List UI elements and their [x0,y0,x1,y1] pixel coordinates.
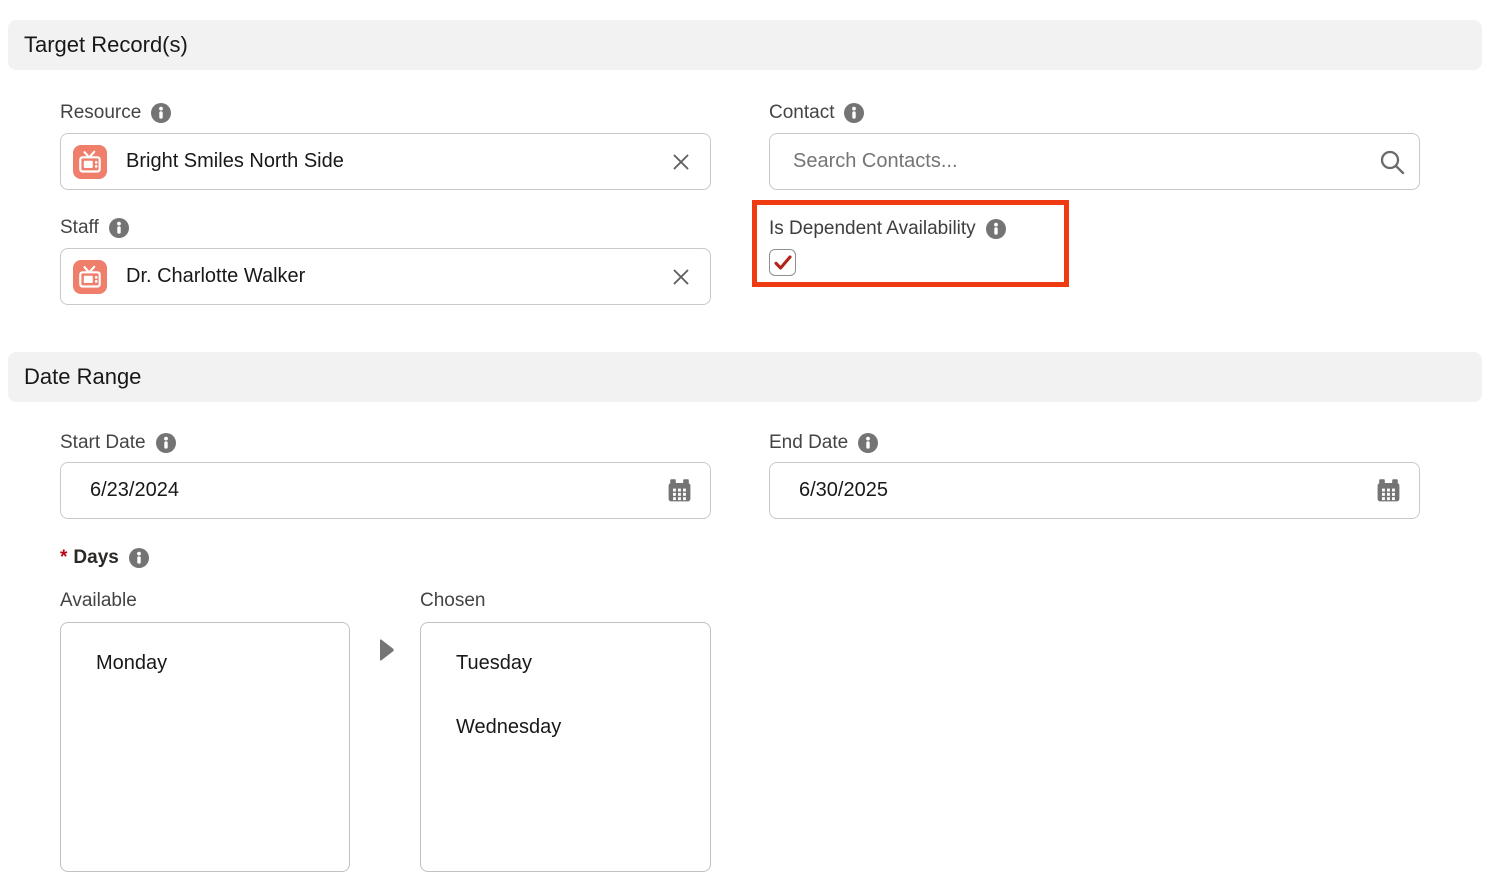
section-header-target-records: Target Record(s) [8,20,1482,70]
resource-value: Bright Smiles North Side [126,150,344,173]
resource-lookup-pill[interactable]: Bright Smiles North Side [60,133,711,190]
info-icon[interactable] [844,103,864,123]
start-date-label: Start Date [60,432,146,454]
section-title: Date Range [24,364,141,390]
staff-label: Staff [60,217,99,239]
tv-icon [73,145,107,179]
days-label-row: * Days [60,546,149,570]
staff-label-row: Staff [60,216,129,240]
info-icon[interactable] [109,218,129,238]
staff-lookup-pill[interactable]: Dr. Charlotte Walker [60,248,711,305]
required-marker: * [60,547,67,569]
resource-label-row: Resource [60,101,171,125]
checkmark-icon [774,255,792,270]
info-icon[interactable] [986,219,1006,239]
contact-search-input[interactable] [769,133,1420,190]
contact-label: Contact [769,102,834,124]
calendar-icon[interactable] [666,477,693,504]
contact-label-row: Contact [769,101,864,125]
section-header-date-range: Date Range [8,352,1482,402]
info-icon[interactable] [129,548,149,568]
is-dependent-availability-label: Is Dependent Availability [769,218,976,240]
resource-label: Resource [60,102,141,124]
chosen-listbox[interactable]: Tuesday Wednesday [420,622,711,872]
days-label: Days [73,547,118,569]
annotation-highlight-box [752,200,1069,287]
listbox-option[interactable]: Monday [61,631,349,695]
search-icon [1378,148,1406,176]
start-date-label-row: Start Date [60,431,176,455]
move-to-chosen-button[interactable] [374,634,399,666]
staff-remove-button[interactable] [666,262,696,292]
start-date-input[interactable] [60,462,711,519]
tv-icon [73,260,107,294]
end-date-label: End Date [769,432,848,454]
close-icon [670,151,692,173]
staff-value: Dr. Charlotte Walker [126,265,305,288]
is-dependent-availability-checkbox[interactable] [769,249,796,276]
available-listbox-label: Available [60,590,137,612]
end-date-label-row: End Date [769,431,878,455]
end-date-input[interactable] [769,462,1420,519]
close-icon [670,266,692,288]
info-icon[interactable] [156,433,176,453]
is-dependent-availability-label-row: Is Dependent Availability [769,217,1006,241]
listbox-option[interactable]: Wednesday [421,695,710,759]
listbox-option[interactable]: Tuesday [421,631,710,695]
section-title: Target Record(s) [24,32,188,58]
resource-remove-button[interactable] [666,147,696,177]
available-listbox[interactable]: Monday [60,622,350,872]
right-arrow-icon [378,638,395,662]
chosen-listbox-label: Chosen [420,590,486,612]
info-icon[interactable] [151,103,171,123]
info-icon[interactable] [858,433,878,453]
calendar-icon[interactable] [1375,477,1402,504]
